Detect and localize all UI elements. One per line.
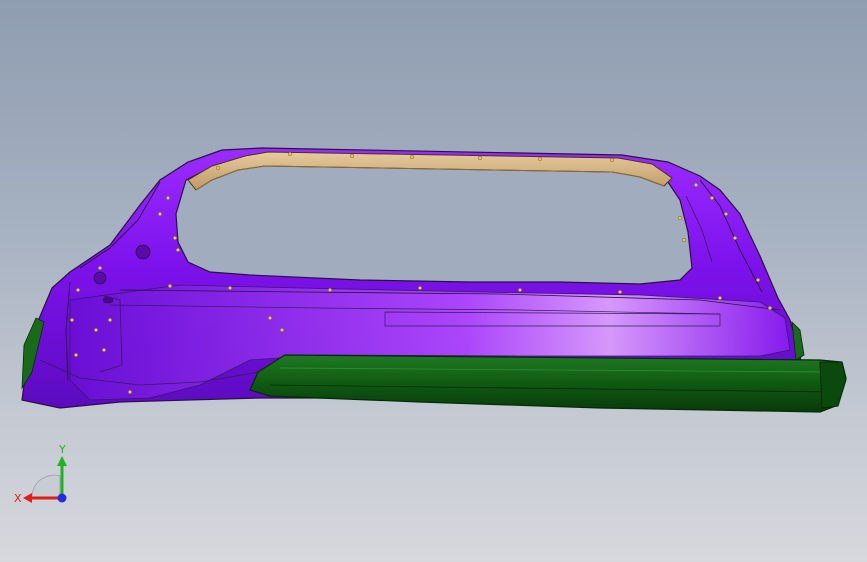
rocker-sill[interactable] (249, 354, 847, 413)
cad-viewport[interactable]: Y X (0, 0, 867, 562)
door-frame-model[interactable] (0, 0, 867, 562)
access-hole-3 (102, 296, 114, 304)
y-axis-arrow (57, 456, 67, 466)
x-axis-arrow (23, 493, 32, 503)
window-opening (175, 157, 693, 285)
access-hole-1 (135, 244, 151, 260)
z-axis-dot (57, 493, 67, 503)
x-axis-label: X (14, 492, 22, 505)
access-hole-2 (93, 271, 107, 285)
y-axis-label: Y (58, 443, 66, 456)
triad-plane-marker (31, 474, 61, 499)
rocker-end-cap (819, 361, 847, 409)
orientation-triad[interactable]: Y X (12, 440, 74, 510)
